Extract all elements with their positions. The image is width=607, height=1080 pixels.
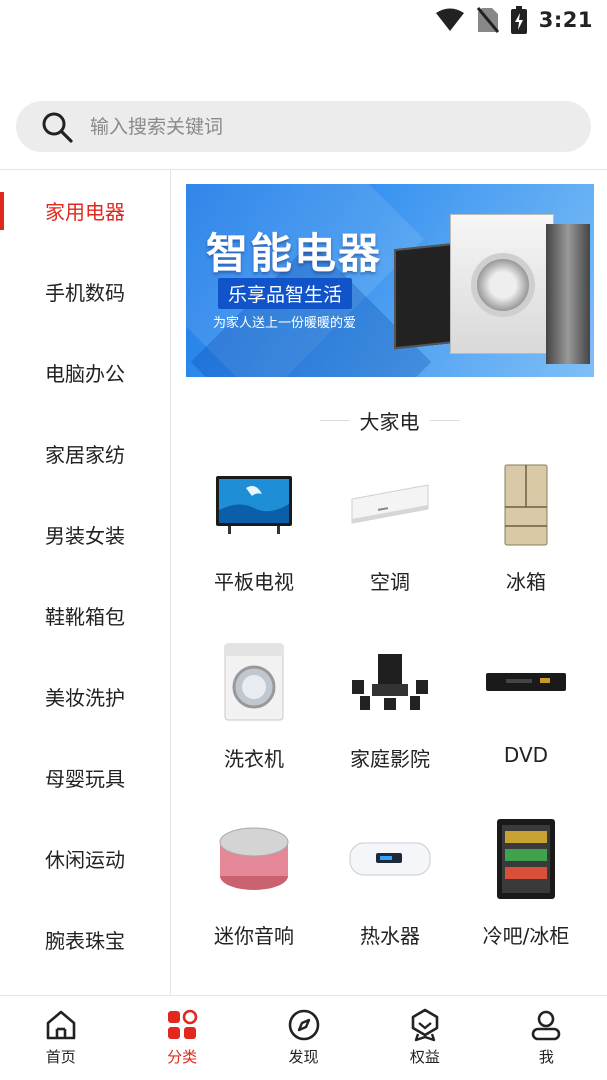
tab-label: 发现 xyxy=(288,1048,319,1066)
refrigerator-icon xyxy=(504,464,548,546)
home-theater-icon xyxy=(352,654,428,710)
user-icon xyxy=(532,1010,561,1041)
freezer-icon xyxy=(497,819,555,899)
status-time: 3:21 xyxy=(538,8,593,32)
sidebar-item-home-textiles[interactable]: 家居家纺 xyxy=(0,413,170,494)
status-bar: 3:21 xyxy=(0,0,607,44)
tab-category[interactable]: 分类 xyxy=(121,996,242,1080)
sidebar-item-watches-jewelry[interactable]: 腕表珠宝 xyxy=(0,899,170,980)
promo-banner[interactable]: 智能电器 乐享品智生活 为家人送上一份暖暖的爱 xyxy=(186,184,594,377)
subcategory-refrigerator[interactable]: 冰箱 xyxy=(458,448,594,625)
wifi-icon xyxy=(435,8,464,31)
mini-speaker-icon xyxy=(219,827,289,890)
subcategory-water-heater[interactable]: 热水器 xyxy=(322,802,458,979)
no-sim-icon xyxy=(476,7,499,33)
subcategory-freezer[interactable]: 冷吧/冰柜 xyxy=(458,802,594,979)
sidebar-item-computers[interactable]: 电脑办公 xyxy=(0,332,170,413)
category-icon xyxy=(168,1009,198,1039)
water-heater-icon xyxy=(349,842,431,876)
sidebar-item-label: 母婴玩具 xyxy=(45,767,125,791)
sidebar-item-label: 家居家纺 xyxy=(45,443,125,467)
sidebar-item-clothing[interactable]: 男装女装 xyxy=(0,494,170,575)
section-divider-right xyxy=(429,420,460,421)
category-sidebar: 家用电器 手机数码 电脑办公 家居家纺 男装女装 鞋靴箱包 美妆洗护 母婴玩具 … xyxy=(0,170,171,995)
subcategory-air-conditioner[interactable]: 空调 xyxy=(322,448,458,625)
sidebar-item-label: 美妆洗护 xyxy=(45,686,125,710)
sidebar-item-label: 休闲运动 xyxy=(45,848,125,872)
subcategory-grid: 平板电视 空调 冰箱 洗衣机 家庭影院 DVD 迷你音响 热水器 冷吧/冰柜 xyxy=(186,448,594,979)
sidebar-item-appliances[interactable]: 家用电器 xyxy=(0,170,170,251)
tab-label: 首页 xyxy=(45,1048,76,1066)
banner-title: 智能电器 xyxy=(206,229,383,278)
category-content: 智能电器 乐享品智生活 为家人送上一份暖暖的爱 大家电 平板电视 空调 冰箱 洗… xyxy=(172,170,607,995)
subcategory-label: 空调 xyxy=(370,570,410,594)
air-conditioner-icon xyxy=(351,484,429,524)
washing-machine-icon xyxy=(224,643,284,721)
subcategory-label: 迷你音响 xyxy=(214,924,294,948)
sidebar-item-shoes-bags[interactable]: 鞋靴箱包 xyxy=(0,575,170,656)
subcategory-label: 家庭影院 xyxy=(350,747,430,771)
sidebar-item-label: 手机数码 xyxy=(45,281,125,305)
status-icons: 3:21 xyxy=(435,6,593,34)
subcategory-home-theater[interactable]: 家庭影院 xyxy=(322,625,458,802)
subcategory-label: 热水器 xyxy=(360,924,420,948)
section-title: 大家电 xyxy=(359,410,420,434)
subcategory-mini-speaker[interactable]: 迷你音响 xyxy=(186,802,322,979)
sidebar-item-beauty[interactable]: 美妆洗护 xyxy=(0,656,170,737)
bottom-tab-bar: 首页 分类 发现 权益 我 xyxy=(0,995,607,1080)
battery-charging-icon xyxy=(510,6,527,34)
sidebar-item-label: 男装女装 xyxy=(45,524,125,548)
tab-discover[interactable]: 发现 xyxy=(243,996,364,1080)
dvd-player-icon xyxy=(486,673,566,691)
subcategory-tv[interactable]: 平板电视 xyxy=(186,448,322,625)
banner-fridge-image xyxy=(546,224,590,364)
search-icon xyxy=(42,112,73,143)
sidebar-item-label: 鞋靴箱包 xyxy=(45,605,125,629)
subcategory-label: 平板电视 xyxy=(214,570,294,594)
banner-washer-image xyxy=(450,214,554,354)
search-bar[interactable] xyxy=(16,101,591,152)
home-icon xyxy=(46,1010,76,1040)
tab-me[interactable]: 我 xyxy=(486,996,607,1080)
banner-subtitle: 乐享品智生活 xyxy=(218,278,353,309)
banner-tv-image xyxy=(394,242,456,350)
tab-label: 我 xyxy=(538,1048,554,1066)
subcategory-label: 冰箱 xyxy=(506,570,546,594)
tv-icon xyxy=(216,476,292,534)
tab-label: 分类 xyxy=(167,1048,198,1066)
section-header: 大家电 xyxy=(172,406,607,435)
banner-tagline: 为家人送上一份暖暖的爱 xyxy=(213,316,357,331)
subcategory-label: 洗衣机 xyxy=(224,747,284,771)
sidebar-item-label: 电脑办公 xyxy=(45,362,125,386)
subcategory-washing-machine[interactable]: 洗衣机 xyxy=(186,625,322,802)
sidebar-item-baby-toys[interactable]: 母婴玩具 xyxy=(0,737,170,818)
subcategory-label: DVD xyxy=(503,743,549,767)
tab-home[interactable]: 首页 xyxy=(0,996,121,1080)
subcategory-dvd[interactable]: DVD xyxy=(458,625,594,802)
section-divider-left xyxy=(319,420,350,421)
compass-icon xyxy=(288,1009,319,1041)
subcategory-label: 冷吧/冰柜 xyxy=(482,924,570,948)
tab-benefits[interactable]: 权益 xyxy=(364,996,485,1080)
search-input[interactable] xyxy=(90,115,530,138)
sidebar-item-sports[interactable]: 休闲运动 xyxy=(0,818,170,899)
sidebar-item-phones[interactable]: 手机数码 xyxy=(0,251,170,332)
tab-label: 权益 xyxy=(409,1048,440,1066)
sidebar-item-label: 家用电器 xyxy=(45,200,125,224)
sidebar-item-label: 腕表珠宝 xyxy=(45,929,125,953)
badge-icon xyxy=(411,1008,439,1042)
